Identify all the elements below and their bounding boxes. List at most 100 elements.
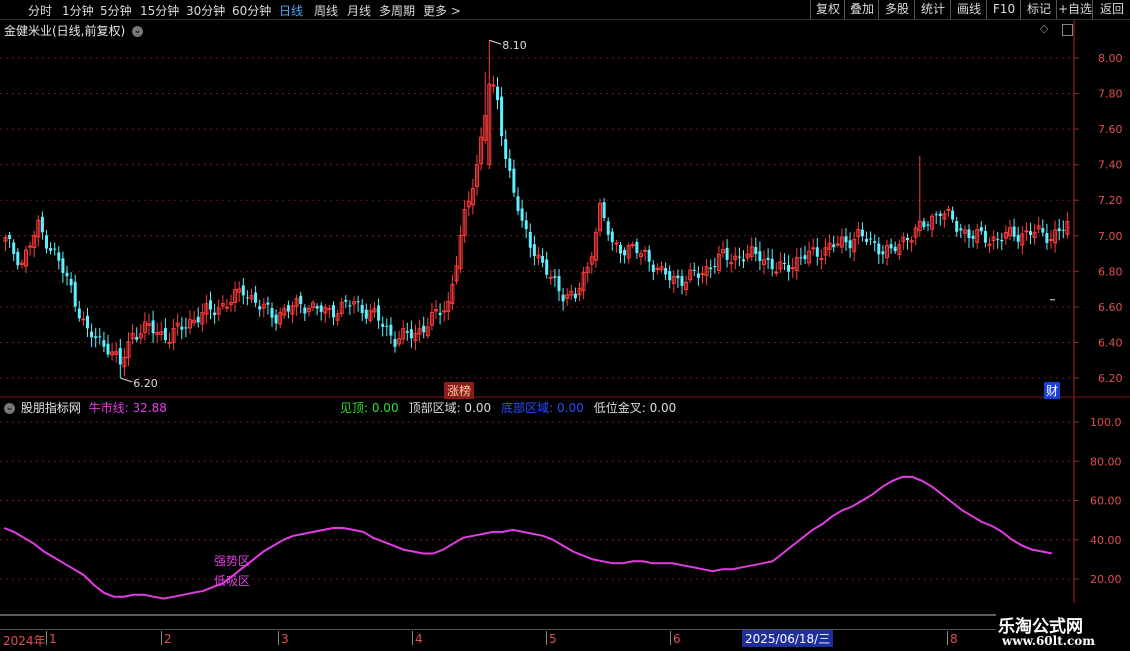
candle-body (623, 250, 627, 256)
candle-body (971, 235, 975, 239)
tab-period-10[interactable]: 更多 > (423, 2, 461, 19)
indicator-tick-label: 20.00 (1090, 573, 1122, 586)
candle-body (848, 240, 852, 249)
candle-body (532, 244, 536, 257)
candle-body (209, 300, 212, 310)
tab-period-6[interactable]: 日线 (279, 2, 303, 19)
month-tick (670, 631, 671, 645)
candle-body (45, 235, 48, 249)
tab-period-4[interactable]: 30分钟 (186, 2, 225, 19)
indicator-chart[interactable]: 100.0 80.00 60.00 40.00 20.00 (0, 398, 1130, 620)
candle-body (196, 316, 200, 323)
candle-body (1016, 234, 1020, 242)
price-tick-label: 7.20 (1098, 194, 1123, 207)
candle-body (815, 247, 819, 257)
candle-body (967, 229, 971, 239)
candle-body (258, 306, 262, 310)
event-tag[interactable]: 涨榜 (444, 382, 475, 399)
tab-period-7[interactable]: 周线 (314, 2, 338, 19)
finance-tag[interactable]: 财 (1044, 382, 1061, 399)
candle-body (180, 326, 184, 330)
candle-body (40, 216, 44, 233)
tab-period-9[interactable]: 多周期 (379, 2, 415, 19)
candle-body (94, 336, 98, 339)
candle-body (959, 228, 963, 231)
high-marker-line (489, 39, 502, 45)
candle-body (254, 292, 258, 303)
price-tick-label: 6.80 (1098, 265, 1123, 278)
candle-body (770, 258, 774, 270)
candle-body (245, 297, 249, 299)
cursor-date: 2025/06/18/三 (742, 630, 834, 647)
candle-body (500, 96, 504, 137)
tab-period-0[interactable]: 分时 (28, 2, 52, 19)
candle-body (512, 168, 516, 193)
indicator-tick-label: 60.00 (1090, 495, 1122, 508)
month-tick (546, 631, 547, 645)
candle-body (118, 348, 122, 365)
candle-body (951, 210, 955, 220)
candle-body (73, 281, 77, 307)
candle-body (766, 257, 770, 260)
candle-body (561, 294, 565, 302)
candle-body (270, 308, 274, 318)
tab-period-2[interactable]: 5分钟 (100, 2, 132, 19)
candle-body (926, 224, 930, 226)
zone-upper-label: 强势区 (214, 554, 251, 568)
candle-body (16, 251, 20, 266)
candle-body (938, 213, 942, 216)
candle-body (737, 256, 741, 258)
candle-body (377, 305, 381, 321)
tab-period-3[interactable]: 15分钟 (140, 2, 179, 19)
candle-body (151, 320, 155, 334)
toolbar-button-7[interactable]: +自选 (1056, 0, 1093, 19)
candle-body (680, 276, 684, 286)
toolbar-button-1[interactable]: 叠加 (844, 0, 879, 19)
candle-body (573, 293, 577, 299)
toolbar-button-8[interactable]: 返回 (1092, 0, 1130, 19)
candle-body (303, 307, 307, 314)
candle-body (57, 252, 61, 261)
year-label: 2024年 (3, 634, 46, 648)
price-tick-label: 6.20 (1098, 372, 1123, 385)
candle-body (332, 305, 335, 318)
candle-body (167, 341, 172, 344)
toolbar-button-5[interactable]: F10 (986, 0, 1021, 19)
candle-body (65, 272, 69, 277)
candle-body (274, 314, 278, 324)
candle-body (1045, 233, 1049, 243)
candle-body (713, 266, 717, 268)
toolbar-button-2[interactable]: 多股 (878, 0, 915, 19)
toolbar-button-6[interactable]: 标记 (1020, 0, 1057, 19)
candle-body (381, 323, 385, 327)
indicator-tick-label: 80.00 (1090, 455, 1122, 468)
candle-body (557, 276, 561, 292)
candle-body (86, 315, 89, 329)
candle-body (651, 264, 655, 272)
price-tick-label: 7.40 (1098, 159, 1123, 172)
toolbar-button-3[interactable]: 统计 (914, 0, 951, 19)
candle-body (664, 268, 668, 275)
candle-body (668, 271, 672, 281)
price-tick-label: 8.00 (1098, 52, 1123, 65)
tab-period-1[interactable]: 1分钟 (62, 2, 94, 19)
candle-body (541, 255, 545, 263)
candle-body (619, 244, 622, 254)
candle-body (1057, 228, 1061, 232)
candle-body (889, 244, 893, 249)
low-marker-label: 6.20 (133, 377, 158, 390)
candle-body (405, 331, 409, 333)
candle-body (348, 305, 352, 307)
candle-body (979, 227, 983, 232)
toolbar-button-0[interactable]: 复权 (810, 0, 845, 19)
toolbar-button-4[interactable]: 画线 (950, 0, 987, 19)
candle-body (516, 196, 520, 211)
tab-period-8[interactable]: 月线 (347, 2, 371, 19)
candlestick-chart[interactable]: 8.00 7.80 7.60 7.40 7.20 7.00 6.80 6.60 6.40 6.20… (0, 20, 1130, 418)
bull-line-series (3, 475, 1053, 600)
high-marker-label: 8.10 (502, 39, 527, 52)
tab-period-5[interactable]: 60分钟 (232, 2, 271, 19)
month-tick (412, 631, 413, 645)
price-tick-label: 6.40 (1098, 336, 1123, 349)
candle-body (865, 238, 868, 242)
